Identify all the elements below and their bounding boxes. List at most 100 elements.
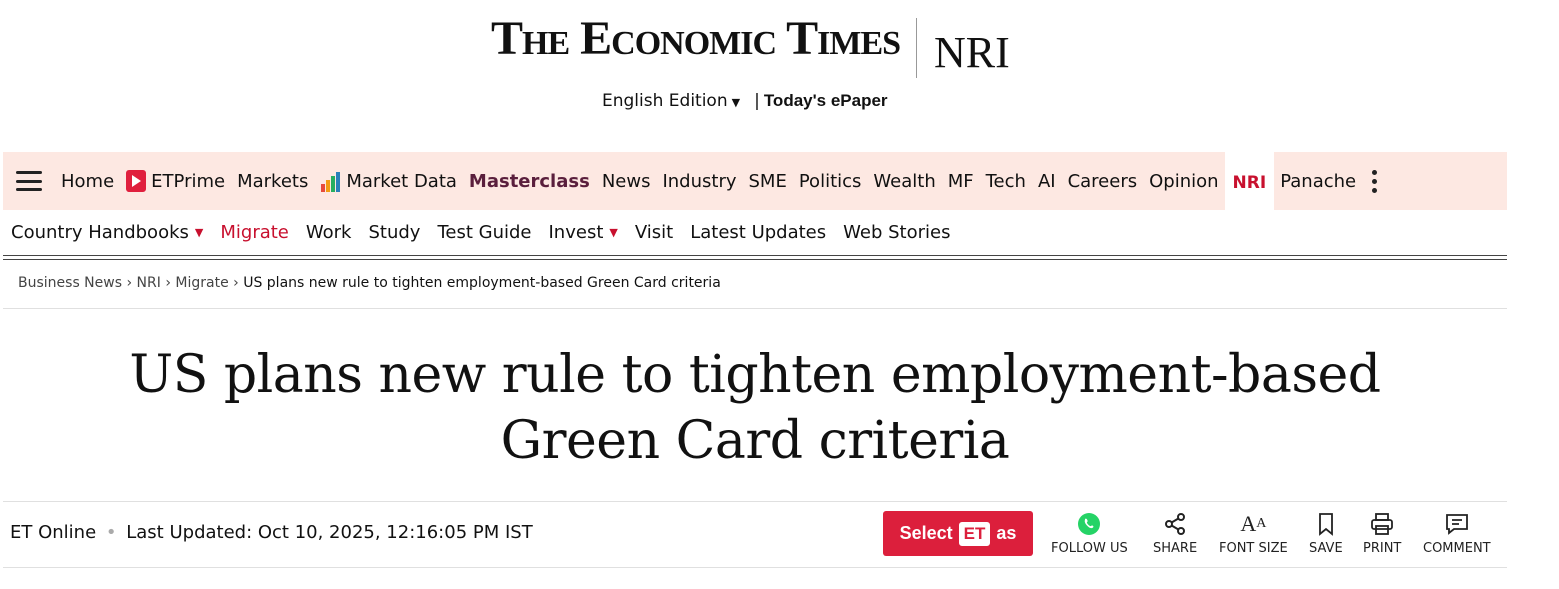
nav-label: MF xyxy=(947,170,974,192)
site-logo[interactable]: The Economic Times xyxy=(491,14,901,64)
subnav-label: Invest xyxy=(548,221,604,243)
separator: | xyxy=(754,91,760,111)
subnav-label: Work xyxy=(305,221,352,243)
nav-divider xyxy=(3,255,1507,260)
follow-us-button[interactable]: FOLLOW US xyxy=(1051,512,1128,556)
subnav-label: Visit xyxy=(634,221,674,243)
subnav-label: Country Handbooks xyxy=(11,221,189,243)
select-label: Select xyxy=(899,523,953,543)
bullet: • xyxy=(105,522,117,543)
subnav-migrate[interactable]: Migrate xyxy=(220,222,289,243)
edition-selector[interactable]: English Edition ▼ xyxy=(602,91,740,111)
comment-button[interactable]: COMMENT xyxy=(1423,512,1491,556)
caret-down-icon: ▼ xyxy=(194,225,204,239)
nav-panache[interactable]: Panache xyxy=(1280,152,1356,210)
breadcrumb-migrate[interactable]: Migrate xyxy=(175,275,228,291)
headline-line-2: Green Card criteria xyxy=(500,411,1010,471)
subnav-invest[interactable]: Invest ▼ xyxy=(549,222,618,243)
nav-label: Tech xyxy=(985,170,1026,192)
last-updated: Last Updated: Oct 10, 2025, 12:16:05 PM … xyxy=(126,522,533,543)
printer-icon xyxy=(1363,512,1401,536)
edition-label: English Edition xyxy=(602,91,728,111)
font-size-icon: AA xyxy=(1240,511,1267,536)
nav-politics[interactable]: Politics xyxy=(799,152,862,210)
masthead: The Economic Times NRI English Edition ▼ |… xyxy=(0,0,1559,130)
prime-play-icon xyxy=(126,170,147,192)
subnav-web-stories[interactable]: Web Stories xyxy=(843,222,950,243)
share-button[interactable]: SHARE xyxy=(1153,512,1197,556)
breadcrumb-current: US plans new rule to tighten employment-… xyxy=(243,275,721,291)
author[interactable]: ET Online xyxy=(10,522,96,543)
nav-sme[interactable]: SME xyxy=(749,152,787,210)
sub-nav: Country Handbooks ▼ Migrate Work Study Te… xyxy=(11,218,967,246)
nav-industry[interactable]: Industry xyxy=(662,152,736,210)
bar-chart-icon xyxy=(320,170,342,192)
nav-etprime[interactable]: ETPrime xyxy=(126,152,225,210)
nav-label: Industry xyxy=(662,170,737,192)
more-options-icon[interactable] xyxy=(1372,169,1378,193)
comment-icon xyxy=(1423,512,1491,536)
nav-ai[interactable]: AI xyxy=(1038,152,1056,210)
subnav-study[interactable]: Study xyxy=(368,222,420,243)
breadcrumb-business-news[interactable]: Business News xyxy=(18,275,122,291)
select-label-suffix: as xyxy=(996,523,1017,543)
nav-tech[interactable]: Tech xyxy=(986,152,1026,210)
breadcrumb-separator: › xyxy=(126,275,133,291)
print-button[interactable]: PRINT xyxy=(1363,512,1401,556)
nav-label: AI xyxy=(1037,170,1056,192)
subnav-label: Migrate xyxy=(220,221,289,243)
subnav-country-handbooks[interactable]: Country Handbooks ▼ xyxy=(11,222,203,243)
subnav-label: Study xyxy=(368,221,421,243)
tool-label: FOLLOW US xyxy=(1051,541,1128,556)
nav-label: Masterclass xyxy=(468,170,590,192)
nav-label: Markets xyxy=(237,170,309,192)
nav-masterclass[interactable]: Masterclass xyxy=(469,152,590,210)
nav-label: NRI xyxy=(1232,173,1267,193)
select-et-button[interactable]: Select ET as xyxy=(883,511,1033,556)
caret-down-icon: ▼ xyxy=(731,96,741,109)
nav-label: Politics xyxy=(798,170,862,192)
divider xyxy=(3,308,1507,309)
nav-news[interactable]: News xyxy=(602,152,651,210)
font-size-button[interactable]: AA FONT SIZE xyxy=(1219,511,1288,556)
share-icon xyxy=(1153,512,1197,536)
nav-label: Home xyxy=(61,170,115,192)
bookmark-icon xyxy=(1309,512,1343,536)
section-title[interactable]: NRI xyxy=(934,28,1010,78)
subnav-label: Test Guide xyxy=(437,221,532,243)
nav-markets[interactable]: Markets xyxy=(237,152,308,210)
tool-label: SHARE xyxy=(1153,541,1198,556)
epaper-link[interactable]: Today's ePaper xyxy=(764,91,888,110)
main-nav: Home ETPrime Markets Market Data Masterc… xyxy=(3,150,1507,212)
nav-label: Wealth xyxy=(873,170,936,192)
nav-market-data[interactable]: Market Data xyxy=(320,152,457,210)
subnav-work[interactable]: Work xyxy=(306,222,352,243)
nav-wealth[interactable]: Wealth xyxy=(873,152,935,210)
breadcrumb-nri[interactable]: NRI xyxy=(137,275,161,291)
nav-label: Market Data xyxy=(346,170,457,192)
caret-down-icon: ▼ xyxy=(609,225,618,239)
nav-label: ETPrime xyxy=(151,170,226,192)
subnav-visit[interactable]: Visit xyxy=(635,222,673,243)
nav-label: News xyxy=(601,170,651,192)
nav-mf[interactable]: MF xyxy=(948,152,974,210)
nav-nri[interactable]: NRI xyxy=(1224,150,1275,212)
subnav-test-guide[interactable]: Test Guide xyxy=(437,222,531,243)
nav-home[interactable]: Home xyxy=(61,152,114,210)
nav-opinion[interactable]: Opinion xyxy=(1149,152,1218,210)
hamburger-menu-icon[interactable] xyxy=(16,171,42,191)
tool-label: SAVE xyxy=(1309,541,1343,556)
nav-careers[interactable]: Careers xyxy=(1068,152,1138,210)
breadcrumb-separator: › xyxy=(233,275,239,291)
byline: ET Online • Last Updated: Oct 10, 2025, … xyxy=(10,522,533,543)
subnav-latest-updates[interactable]: Latest Updates xyxy=(690,222,826,243)
tool-label: FONT SIZE xyxy=(1219,541,1288,556)
breadcrumb-separator: › xyxy=(165,275,171,291)
nav-label: Panache xyxy=(1280,170,1357,192)
divider xyxy=(3,567,1507,568)
save-button[interactable]: SAVE xyxy=(1309,512,1343,556)
subnav-label: Web Stories xyxy=(843,221,951,243)
breadcrumb: Business News › NRI › Migrate › US plans… xyxy=(18,275,721,291)
whatsapp-icon xyxy=(1051,512,1128,536)
tool-label: PRINT xyxy=(1363,541,1402,556)
